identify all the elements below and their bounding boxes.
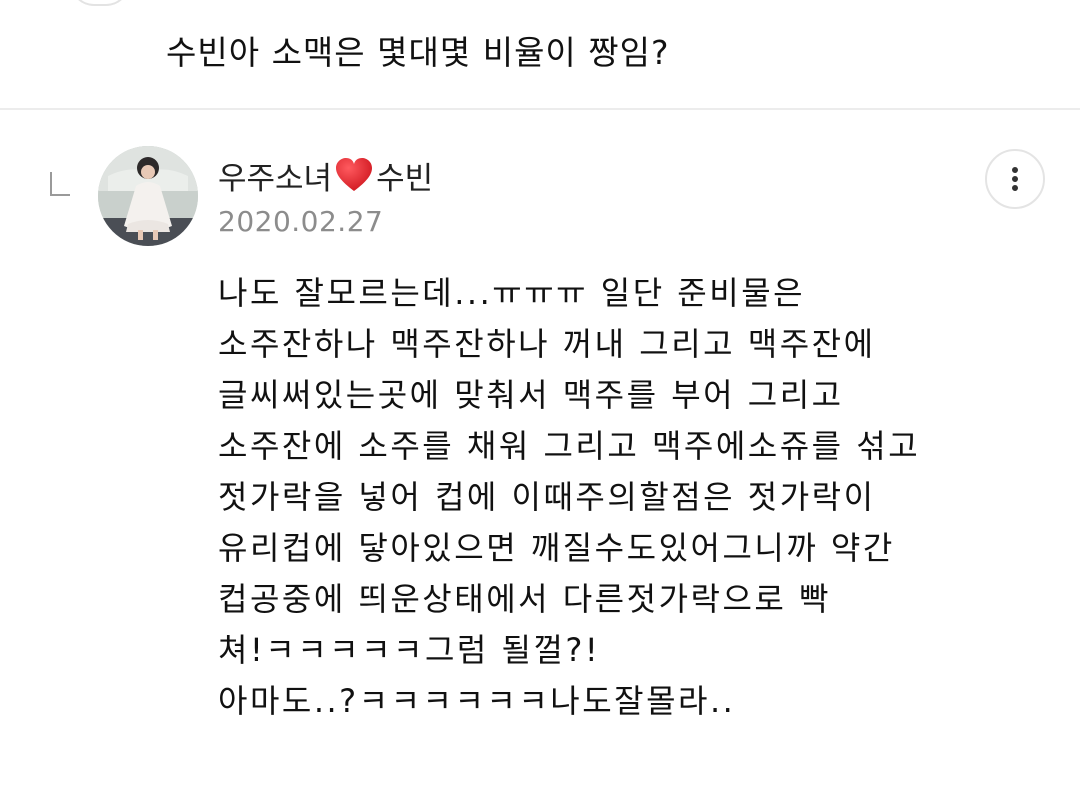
author-name-prefix: 우주소녀	[218, 160, 333, 197]
reply-line: 소주잔하나 맥주잔하나 꺼내 그리고 맥주잔에	[218, 325, 876, 363]
more-vertical-icon	[1012, 167, 1018, 191]
reply-line: 나도 잘모르는데...ㅠㅠㅠ 일단 준비물은	[218, 274, 806, 312]
reply-line: 아마도..?ㅋㅋㅋㅋㅋㅋ나도잘몰라..	[218, 682, 736, 720]
reply-author[interactable]: 우주소녀 수빈	[218, 153, 433, 197]
reply-line: 유리컵에 닿아있으면 깨질수도있어그니까 약간	[218, 529, 895, 567]
reply-line: 글씨써있는곳에 맞춰서 맥주를 부어 그리고	[218, 376, 844, 414]
post-question-text: 수빈아 소맥은 몇대몇 비율이 짱임?	[166, 33, 670, 72]
reply-line: 쳐!ㅋㅋㅋㅋㅋ그럼 될껄?!	[218, 631, 601, 669]
author-name-suffix: 수빈	[376, 160, 434, 197]
heart-icon	[334, 157, 374, 193]
section-divider	[0, 108, 1080, 110]
reply-line: 컵공중에 띄운상태에서 다른젓가락으로 빡	[218, 580, 831, 618]
reply-line: 젓가락을 넣어 컵에 이때주의할점은 젓가락이	[218, 478, 876, 516]
reply-line: 소주잔에 소주를 채워 그리고 맥주에소쥬를 섞고	[218, 427, 921, 465]
more-options-button[interactable]	[985, 149, 1045, 209]
reply-arrow-icon	[50, 172, 70, 196]
previous-avatar-edge	[70, 0, 130, 6]
reply-body: 나도 잘모르는데...ㅠㅠㅠ 일단 준비물은 소주잔하나 맥주잔하나 꺼내 그리…	[218, 268, 920, 727]
reply-date: 2020.02.27	[218, 205, 384, 238]
avatar[interactable]	[98, 146, 198, 246]
